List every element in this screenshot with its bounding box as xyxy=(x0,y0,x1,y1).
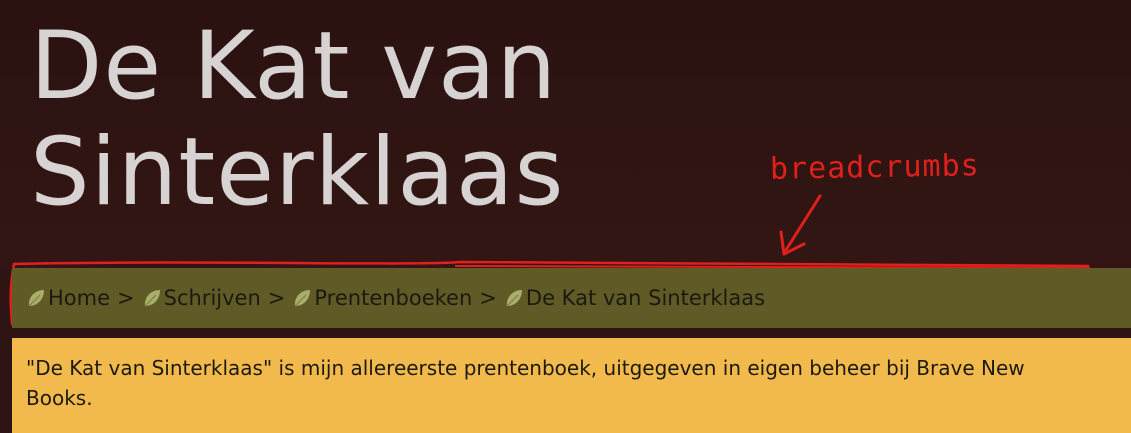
breadcrumb-separator: > xyxy=(479,286,497,310)
leaf-icon xyxy=(28,290,44,307)
site-title: De Kat van Sinterklaas xyxy=(30,12,565,227)
breadcrumb: Home > Schrijven > Prentenboeken > De Ka… xyxy=(12,268,1131,328)
breadcrumb-separator: > xyxy=(267,286,286,310)
breadcrumb-link-home[interactable]: Home xyxy=(48,286,110,310)
intro-section: "De Kat van Sinterklaas" is mijn alleree… xyxy=(12,338,1131,433)
intro-paragraph: "De Kat van Sinterklaas" is mijn alleree… xyxy=(26,356,1025,410)
leaf-icon xyxy=(506,290,522,307)
breadcrumb-item-current: De Kat van Sinterklaas xyxy=(504,286,765,310)
breadcrumb-item-prentenboeken[interactable]: Prentenboeken xyxy=(292,286,472,310)
breadcrumb-link-schrijven[interactable]: Schrijven xyxy=(164,286,261,310)
annotation-label: breadcrumbs xyxy=(769,148,980,187)
leaf-icon xyxy=(144,290,160,307)
breadcrumb-link-prentenboeken[interactable]: Prentenboeken xyxy=(314,286,472,310)
breadcrumb-separator: > xyxy=(117,286,135,310)
breadcrumb-current-page: De Kat van Sinterklaas xyxy=(525,286,766,310)
site-header: De Kat van Sinterklaas xyxy=(0,0,1131,268)
breadcrumb-item-schrijven[interactable]: Schrijven xyxy=(142,286,261,310)
breadcrumb-item-home[interactable]: Home xyxy=(26,286,110,310)
leaf-icon xyxy=(294,290,311,307)
